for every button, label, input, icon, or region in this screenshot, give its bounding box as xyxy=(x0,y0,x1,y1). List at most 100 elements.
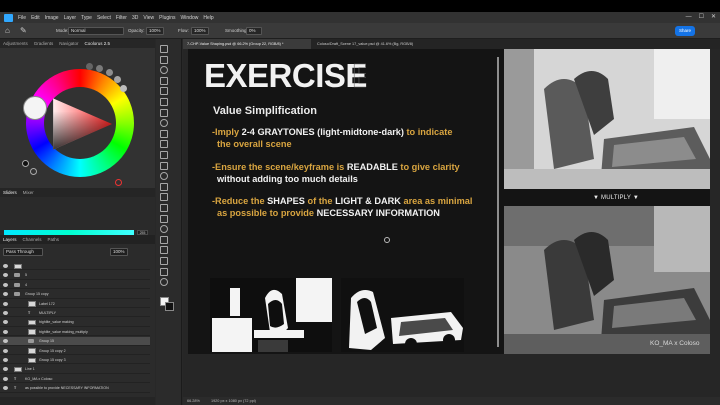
maximize-button[interactable]: ☐ xyxy=(699,14,704,20)
swatch-dot[interactable] xyxy=(86,63,93,70)
eraser-tool-icon[interactable] xyxy=(160,172,168,181)
visibility-eye-icon[interactable] xyxy=(3,358,8,362)
eyedropper-tool-icon[interactable] xyxy=(160,119,168,128)
visibility-eye-icon[interactable] xyxy=(3,320,8,325)
smoothing-field[interactable]: 0% xyxy=(246,27,262,35)
history-brush-tool-icon[interactable] xyxy=(160,161,168,170)
layer-row[interactable]: highlite_value making xyxy=(0,318,150,327)
close-button[interactable]: ✕ xyxy=(711,14,716,20)
brush-tool-icon[interactable]: ✎ xyxy=(20,27,28,35)
visibility-eye-icon[interactable] xyxy=(3,264,8,268)
visibility-eye-icon[interactable] xyxy=(3,311,8,315)
menu-plugins[interactable]: Plugins xyxy=(159,15,175,21)
mode-dropdown[interactable]: Normal xyxy=(68,27,124,35)
menu-image[interactable]: Image xyxy=(45,15,59,21)
magic-wand-tool-icon[interactable] xyxy=(160,87,168,96)
document-tab-bar: 7-CHP-Value Shaping.psd @ 66.2% (Group 2… xyxy=(183,39,720,49)
layer-opacity-field[interactable]: 100% xyxy=(110,248,128,256)
menu-3d[interactable]: 3D xyxy=(132,15,138,21)
tab-document-active[interactable]: 7-CHP-Value Shaping.psd @ 66.2% (Group 2… xyxy=(183,39,311,49)
tab-channels[interactable]: Channels xyxy=(23,237,42,242)
healing-brush-tool-icon[interactable] xyxy=(160,129,168,138)
layer-row[interactable] xyxy=(0,262,150,271)
hand-tool-icon[interactable] xyxy=(160,257,168,265)
crop-tool-icon[interactable] xyxy=(160,98,168,106)
swatch-dot[interactable] xyxy=(106,69,113,76)
zoom-readout[interactable]: 66.28% xyxy=(187,399,200,403)
opacity-field[interactable]: 100% xyxy=(146,27,164,35)
blur-tool-icon[interactable] xyxy=(160,193,168,202)
edit-toolbar-icon[interactable] xyxy=(160,278,168,287)
layer-row[interactable]: Group 15 copy 3 xyxy=(0,356,150,365)
layer-row[interactable]: highlite_value making_multiply xyxy=(0,328,150,337)
swatch-dot[interactable] xyxy=(96,65,103,72)
layer-row[interactable]: Tas possible to provide NECESSARY INFORM… xyxy=(0,384,150,393)
menu-edit[interactable]: Edit xyxy=(31,15,40,21)
menu-layer[interactable]: Layer xyxy=(64,15,77,21)
rectangle-tool-icon[interactable] xyxy=(160,246,168,255)
tab-adjustments[interactable]: Adjustments xyxy=(3,41,28,46)
tab-sliders[interactable]: Sliders xyxy=(3,190,17,195)
gradient-tool-icon[interactable] xyxy=(160,182,168,191)
layer-row[interactable]: 4 xyxy=(0,281,150,290)
visibility-eye-icon[interactable] xyxy=(3,273,8,278)
layer-row[interactable]: T KO_MA x Coloso xyxy=(0,375,150,384)
brush-tool-icon[interactable] xyxy=(160,140,168,149)
menu-filter[interactable]: Filter xyxy=(116,15,127,21)
move-tool-icon[interactable] xyxy=(160,45,168,53)
visibility-eye-icon[interactable] xyxy=(3,301,8,306)
artboard-tool-icon[interactable] xyxy=(160,55,168,64)
tab-coolorus[interactable]: Coolorus 2.5 xyxy=(85,41,111,46)
tab-navigator[interactable]: Navigator xyxy=(59,41,78,46)
clone-stamp-tool-icon[interactable] xyxy=(160,151,168,159)
blend-mode-dropdown[interactable]: Pass Through xyxy=(3,248,43,256)
layer-row[interactable]: 5 xyxy=(0,271,150,280)
path-selection-tool-icon[interactable] xyxy=(160,235,168,244)
layer-row[interactable]: Group 15 copy xyxy=(0,290,150,299)
tab-mixer[interactable]: Mixer xyxy=(23,190,34,195)
frame-tool-icon[interactable] xyxy=(160,108,168,117)
visibility-eye-icon[interactable] xyxy=(3,348,8,353)
minimize-button[interactable]: — xyxy=(686,14,692,20)
zoom-tool-icon[interactable] xyxy=(160,267,168,276)
layer-row[interactable]: Group 15 xyxy=(0,337,150,346)
menu-select[interactable]: Select xyxy=(97,15,111,21)
visibility-eye-icon[interactable] xyxy=(3,282,8,287)
menu-type[interactable]: Type xyxy=(81,15,92,21)
type-tool-icon[interactable] xyxy=(160,225,168,234)
tab-gradients[interactable]: Gradients xyxy=(34,41,54,46)
foreground-color-swatch[interactable] xyxy=(23,96,47,120)
visibility-eye-icon[interactable] xyxy=(3,292,8,297)
visibility-eye-icon[interactable] xyxy=(3,367,8,372)
background-color-swatch[interactable] xyxy=(22,160,29,167)
marquee-tool-icon[interactable] xyxy=(160,66,168,75)
artboard[interactable]: EXERCISE E Value Simplification -Imply 2… xyxy=(188,49,710,354)
menu-window[interactable]: Window xyxy=(181,15,199,21)
layer-row[interactable]: Label 172 xyxy=(0,300,150,308)
tab-document-inactive[interactable]: Coloso/Draft_Scene 17_value.psd @ 41.6% … xyxy=(313,39,433,49)
visibility-eye-icon[interactable] xyxy=(3,329,8,334)
menu-view[interactable]: View xyxy=(143,15,154,21)
layer-row[interactable]: Line 1 xyxy=(0,365,150,374)
layer-row[interactable]: T MULTIPLY xyxy=(0,309,150,318)
layer-thumbnail xyxy=(28,301,36,307)
background-color-icon[interactable] xyxy=(165,302,174,311)
dodge-tool-icon[interactable] xyxy=(160,204,168,212)
lasso-tool-icon[interactable] xyxy=(160,76,168,85)
swatch-dot[interactable] xyxy=(114,76,121,83)
swap-colors-icon[interactable] xyxy=(30,168,37,175)
tab-layers[interactable]: Layers xyxy=(3,237,17,242)
menu-file[interactable]: File xyxy=(18,15,26,21)
tab-paths[interactable]: Paths xyxy=(48,237,60,242)
pen-tool-icon[interactable] xyxy=(160,214,168,223)
visibility-eye-icon[interactable] xyxy=(3,376,8,381)
flow-field[interactable]: 100% xyxy=(191,27,209,35)
share-button[interactable]: Share xyxy=(675,26,695,36)
visibility-eye-icon[interactable] xyxy=(3,339,8,344)
swatch-dot[interactable] xyxy=(120,85,127,92)
visibility-eye-icon[interactable] xyxy=(3,386,8,391)
home-icon[interactable]: ⌂ xyxy=(5,27,13,35)
menu-help[interactable]: Help xyxy=(203,15,213,21)
layer-row[interactable]: Group 15 copy 2 xyxy=(0,347,150,355)
slider-tabs: Sliders Mixer xyxy=(0,188,155,197)
